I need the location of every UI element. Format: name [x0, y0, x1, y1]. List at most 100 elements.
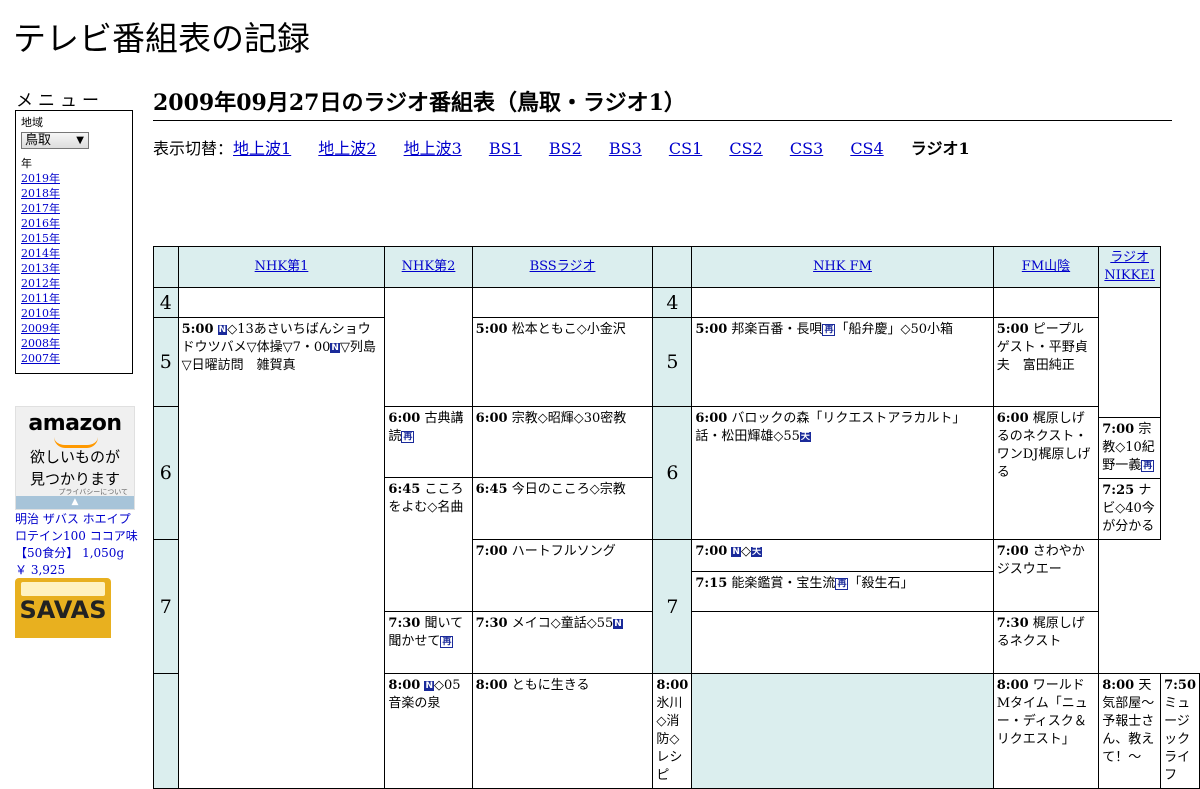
year-link-2011[interactable]: 2011年 — [21, 291, 127, 306]
hour-label-4: 4 — [153, 287, 179, 318]
switch-link-bs3[interactable]: BS3 — [609, 139, 642, 158]
ad-product-link[interactable]: 明治 ザバス ホエイプロテイン100 ココア味【50食分】 1,050g ￥ 3… — [15, 511, 140, 579]
view-switcher: 表示切替：地上波1 地上波2 地上波3 BS1 BS2 BS3 CS1 CS2 … — [153, 135, 992, 159]
program-time: 8:00 — [388, 678, 421, 693]
program-cell[interactable]: 7:00 さわやかジスウエー — [992, 539, 1100, 612]
program-cell[interactable]: 8:00 ワールドMタイム「ニュー・ディスク＆リクエスト」 — [992, 673, 1100, 789]
rerun-icon: 再 — [1141, 460, 1155, 472]
hour-label-6b: 6 — [652, 406, 693, 540]
program-cell-empty — [177, 287, 386, 318]
amazon-ad-banner[interactable]: amazon 欲しいものが 見つかります プライバシーについて ▲ — [15, 406, 135, 510]
program-cell[interactable]: 7:25 ナビ◇40今が分かる — [1099, 478, 1160, 539]
region-select-value: 鳥取 — [25, 133, 52, 148]
program-time: 7:30 — [996, 616, 1029, 631]
channel-link-nhk2[interactable]: NHK第2 — [402, 259, 456, 274]
ad-product-image[interactable]: SAVAS — [15, 578, 111, 638]
program-cell-empty — [691, 287, 994, 318]
program-cell[interactable]: 7:30 メイコ◇童話◇55N — [471, 611, 654, 674]
channel-header-nhk2: NHK第2 — [384, 246, 473, 288]
channel-link-nhk1[interactable]: NHK第1 — [255, 259, 309, 274]
year-link-2014[interactable]: 2014年 — [21, 246, 127, 261]
switch-link-cs4[interactable]: CS4 — [850, 139, 883, 158]
program-cell[interactable]: 8:00 天気部屋～予報士さん、教えて！～ — [1098, 673, 1162, 789]
program-cell[interactable]: 7:00 N◇天 — [692, 541, 993, 572]
program-time: 7:15 — [695, 576, 728, 591]
switch-link-cs1[interactable]: CS1 — [669, 139, 702, 158]
program-cell[interactable]: 8:00 ともに生きる — [471, 673, 654, 789]
program-cell[interactable]: 7:30 聞いて聞かせて再 — [384, 611, 473, 674]
program-time: 8:00 — [1102, 678, 1135, 693]
amazon-logo: amazon — [28, 411, 122, 436]
channel-link-bss[interactable]: BSSラジオ — [530, 259, 596, 274]
program-title: ◇ — [740, 544, 751, 559]
program-cell[interactable]: 7:15 — [693, 613, 992, 619]
channel-header-bss: BSSラジオ — [471, 246, 654, 288]
program-time: 7:00 — [695, 544, 728, 559]
year-link-2009[interactable]: 2009年 — [21, 321, 127, 336]
switch-link-terrestrial-2[interactable]: 地上波2 — [318, 139, 376, 158]
year-link-2015[interactable]: 2015年 — [21, 231, 127, 246]
dropdown-arrow-icon: ▼ — [76, 135, 84, 146]
program-cell-empty — [384, 287, 473, 407]
switch-link-terrestrial-3[interactable]: 地上波3 — [404, 139, 462, 158]
program-time: 7:30 — [388, 616, 421, 631]
program-cell[interactable]: 6:00 バロックの森「リクエストアラカルト」話・松田輝雄◇55天 — [691, 406, 994, 540]
year-link-2013[interactable]: 2013年 — [21, 261, 127, 276]
year-link-2012[interactable]: 2012年 — [21, 276, 127, 291]
channel-link-nhkfm[interactable]: NHK FM — [813, 259, 872, 274]
program-cell[interactable]: 6:00 宗教◇昭輝◇30密教 — [471, 406, 654, 478]
chevron-up-icon: ▲ — [71, 497, 79, 507]
program-cell[interactable]: 6:00 梶原しげるのネクスト・ワンDJ梶原しげる — [992, 406, 1100, 540]
hour-label-8 — [153, 673, 179, 789]
switch-link-bs1[interactable]: BS1 — [489, 139, 522, 158]
program-cell[interactable]: 5:00 N◇13あさいちばんショウドウツバメ▽体操▽7・00N▽列島▽日曜訪問… — [177, 317, 386, 789]
year-link-2017[interactable]: 2017年 — [21, 201, 127, 216]
program-time: 5:00 — [996, 322, 1029, 337]
ad-product-name: 明治 ザバス ホエイプロテイン100 ココア味【50食分】 1,050g — [15, 512, 138, 560]
channel-link-nikkei[interactable]: ラジオNIKKEI — [1104, 250, 1155, 283]
menu-box: 地域 鳥取 ▼ 年 2019年 2018年 2017年 2016年 2015年 … — [15, 110, 133, 374]
program-title: ミュージックライフ — [1164, 696, 1191, 783]
menu-title: メニュー — [16, 91, 104, 111]
program-cell[interactable]: 6:00 古典講読再 — [384, 406, 473, 478]
program-cell-empty — [992, 287, 1100, 318]
program-cell[interactable]: 5:00 松本ともこ◇小金沢 — [471, 317, 654, 407]
year-link-2018[interactable]: 2018年 — [21, 186, 127, 201]
region-select[interactable]: 鳥取 ▼ — [21, 132, 89, 149]
program-cell[interactable]: 6:45 今日のこころ◇宗教 — [471, 477, 654, 540]
hour-label-8b — [691, 673, 994, 789]
program-cell[interactable]: 7:50 ミュージックライフ — [1160, 673, 1200, 789]
year-link-2010[interactable]: 2010年 — [21, 306, 127, 321]
channel-link-fmsanin[interactable]: FM山陰 — [1022, 259, 1070, 274]
program-time: 7:00 — [996, 544, 1029, 559]
rerun-icon: 再 — [440, 636, 454, 648]
program-cell[interactable]: 5:00 ピープルゲスト・平野貞夫 富田純正 — [992, 317, 1100, 407]
channel-header-nikkei: ラジオNIKKEI — [1098, 246, 1162, 288]
switch-link-cs3[interactable]: CS3 — [790, 139, 823, 158]
program-title: 氷川◇消防◇レシピ — [656, 696, 683, 783]
program-title: 松本ともこ◇小金沢 — [511, 322, 626, 337]
product-label-strip — [21, 582, 105, 596]
program-cell[interactable]: 7:15 能楽鑑賞・宝生流再「殺生石」 — [693, 572, 992, 596]
switch-link-bs2[interactable]: BS2 — [549, 139, 582, 158]
news-icon: N — [424, 681, 435, 691]
hour-label-6: 6 — [153, 406, 179, 540]
ad-collapse-bar[interactable]: ▲ — [16, 496, 134, 509]
program-cell[interactable]: 8:00 氷川◇消防◇レシピ — [652, 673, 693, 789]
year-link-2007[interactable]: 2007年 — [21, 351, 127, 366]
program-cell[interactable]: 7:30 梶原しげるネクスト — [992, 611, 1100, 674]
program-time: 8:00 — [996, 678, 1029, 693]
switch-link-cs2[interactable]: CS2 — [729, 139, 762, 158]
year-link-2016[interactable]: 2016年 — [21, 216, 127, 231]
program-cell[interactable]: 8:00 N◇05音楽の泉 — [384, 673, 473, 789]
switch-link-terrestrial-1[interactable]: 地上波1 — [233, 139, 291, 158]
rerun-icon: 再 — [822, 324, 836, 336]
program-cell[interactable]: 5:00 邦楽百番・長唄再「船弁慶」◇50小箱 — [691, 317, 994, 407]
program-cell-empty — [471, 287, 654, 318]
weather-icon: 天 — [750, 547, 762, 557]
year-link-2019[interactable]: 2019年 — [21, 171, 127, 186]
program-cell[interactable]: 7:00 宗教◇10紀野一義再 — [1099, 417, 1160, 478]
year-link-2008[interactable]: 2008年 — [21, 336, 127, 351]
program-cell[interactable]: 6:45 こころをよむ◇名曲 — [384, 477, 473, 612]
program-cell[interactable]: 7:00 ハートフルソング — [471, 539, 654, 612]
